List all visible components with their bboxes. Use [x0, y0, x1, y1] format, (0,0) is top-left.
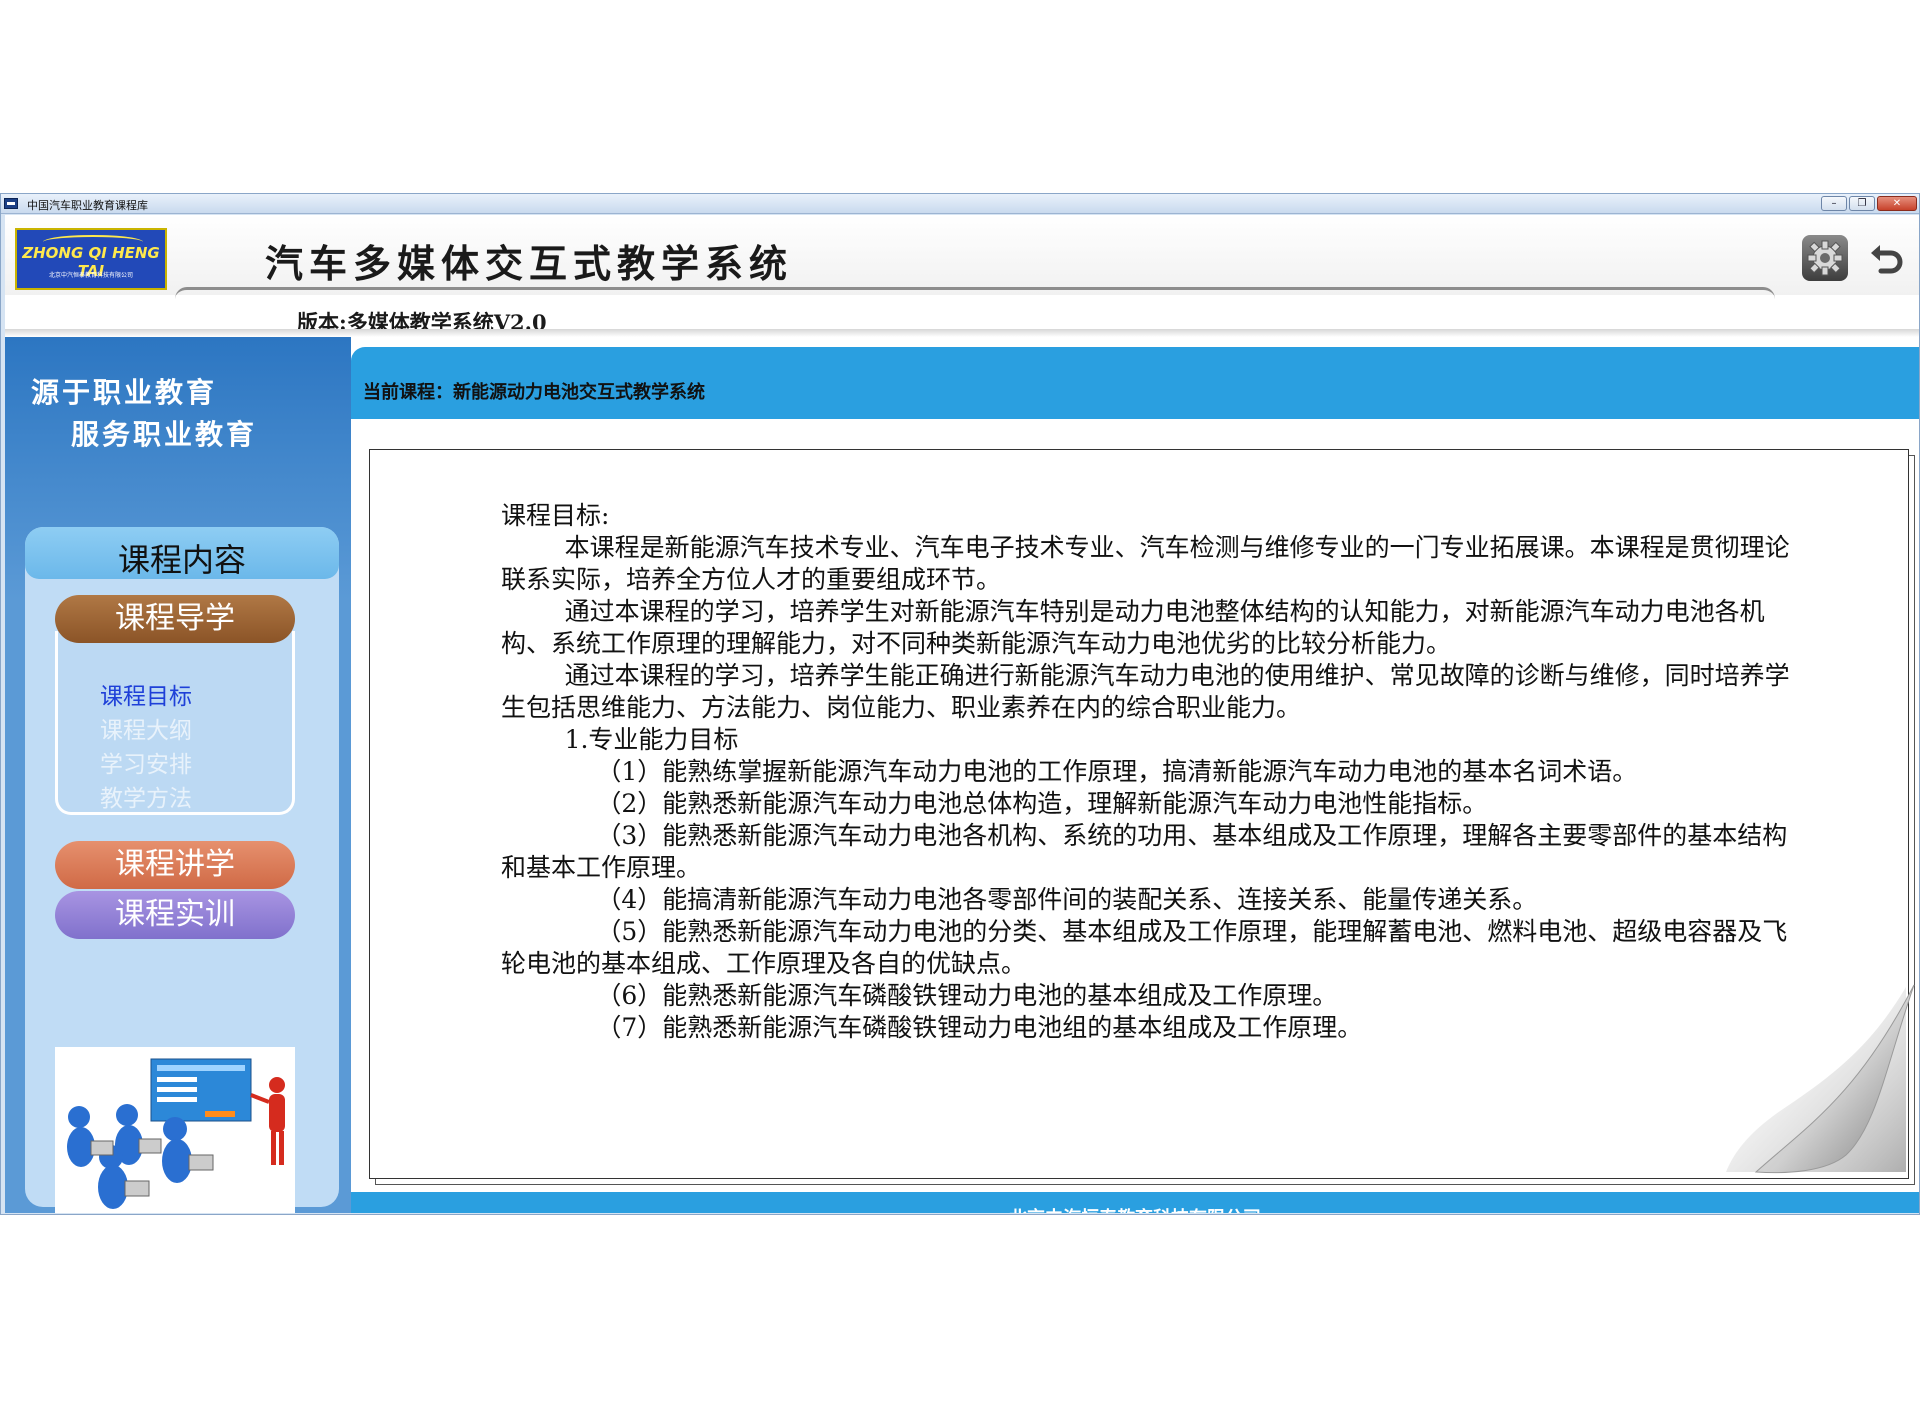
footer-company: 北京中汽恒泰教育科技有限公司: [351, 1204, 1919, 1213]
header-swoosh: [175, 287, 1775, 299]
app-header: ZHONG QI HENG TAI 北京中汽恒泰教育科技有限公司 汽车多媒体交互…: [5, 215, 1919, 337]
app-window: 中国汽车职业教育课程库 – ❐ ✕ ZHONG QI HENG TAI 北京中汽…: [0, 193, 1920, 1215]
settings-button[interactable]: [1802, 235, 1848, 281]
maximize-button[interactable]: ❐: [1849, 196, 1875, 211]
app-title: 汽车多媒体交互式教学系统: [265, 241, 794, 286]
page-curl-decoration: [1726, 984, 1915, 1174]
paragraph: 本课程是新能源汽车技术专业、汽车电子技术专业、汽车检测与维修专业的一门专业拓展课…: [501, 533, 1790, 594]
paragraph: 通过本课程的学习，培养学生对新能源汽车特别是动力电池整体结构的认知能力，对新能源…: [501, 597, 1765, 658]
section-heading: 1.专业能力目标: [501, 725, 739, 754]
list-item: （5）能熟悉新能源汽车动力电池的分类、基本组成及工作原理，能理解蓄电池、燃料电池…: [501, 917, 1788, 978]
submenu-item-teaching-methods[interactable]: 教学方法: [100, 779, 192, 813]
window-title: 中国汽车职业教育课程库: [27, 199, 148, 212]
current-course-label: 当前课程：新能源动力电池交互式教学系统: [363, 382, 705, 403]
list-item: （7）能熟悉新能源汽车磷酸铁锂动力电池组的基本组成及工作原理。: [501, 1013, 1363, 1042]
app-icon: [4, 198, 18, 209]
close-button[interactable]: ✕: [1877, 196, 1917, 211]
course-goals-text[interactable]: 课程目标: 本课程是新能源汽车技术专业、汽车电子技术专业、汽车检测与维修专业的一…: [501, 500, 1791, 1044]
back-button[interactable]: [1867, 241, 1905, 277]
submenu-item-study-plan[interactable]: 学习安排: [100, 745, 192, 779]
title-bar[interactable]: 中国汽车职业教育课程库 – ❐ ✕: [1, 194, 1919, 214]
header-divider: [5, 329, 1919, 337]
course-panel-header: 课程内容: [25, 527, 339, 579]
list-item: （3）能熟悉新能源汽车动力电池各机构、系统的功用、基本组成及工作原理，理解各主要…: [501, 821, 1788, 882]
submenu-item-course-outline[interactable]: 课程大纲: [100, 711, 192, 745]
sidebar: 源于职业教育 服务职业教育 课程内容 课程导学 课程目标 课程大纲 学习安排 教…: [5, 337, 351, 1213]
logo-subtext: 北京中汽恒泰教育科技有限公司: [48, 272, 133, 279]
main-area: 当前课程：新能源动力电池交互式教学系统 课程目标: 本课程是新能源汽车技术专业、…: [351, 337, 1919, 1213]
course-content-panel: 课程内容 课程导学 课程目标 课程大纲 学习安排 教学方法 课程讲学 课程实训: [25, 527, 339, 1213]
current-course-bar: 当前课程：新能源动力电池交互式教学系统: [351, 347, 1919, 419]
company-logo: ZHONG QI HENG TAI 北京中汽恒泰教育科技有限公司: [15, 228, 167, 290]
gear-icon: [1807, 240, 1843, 276]
footer-bar: 北京中汽恒泰教育科技有限公司: [351, 1192, 1919, 1213]
back-arrow-icon: [1871, 245, 1903, 274]
list-item: （1）能熟练掌握新能源汽车动力电池的工作原理，搞清新能源汽车动力电池的基本名词术…: [501, 757, 1638, 786]
classroom-illustration: [55, 1047, 295, 1213]
course-guide-button[interactable]: 课程导学: [55, 595, 295, 643]
slogan-line-1: 源于职业教育: [31, 376, 218, 409]
list-item: （4）能搞清新能源汽车动力电池各零部件间的装配关系、连接关系、能量传递关系。: [501, 885, 1538, 914]
classroom-illustration-graphic: [67, 1058, 285, 1209]
list-item: （6）能熟悉新能源汽车磷酸铁锂动力电池的基本组成及工作原理。: [501, 981, 1338, 1010]
slogan-line-2: 服务职业教育: [71, 418, 258, 451]
paragraph: 通过本课程的学习，培养学生能正确进行新能源汽车动力电池的使用维护、常见故障的诊断…: [501, 661, 1790, 722]
app-body: ZHONG QI HENG TAI 北京中汽恒泰教育科技有限公司 汽车多媒体交互…: [5, 215, 1919, 1213]
course-training-button[interactable]: 课程实训: [55, 891, 295, 939]
list-item: （2）能熟悉新能源汽车动力电池总体构造，理解新能源汽车动力电池性能指标。: [501, 789, 1488, 818]
course-lecture-button[interactable]: 课程讲学: [55, 841, 295, 889]
minimize-button[interactable]: –: [1821, 196, 1847, 211]
course-panel-title: 课程内容: [117, 541, 246, 579]
submenu-item-course-goals[interactable]: 课程目标: [100, 677, 192, 711]
paragraph-heading: 课程目标:: [501, 501, 610, 530]
